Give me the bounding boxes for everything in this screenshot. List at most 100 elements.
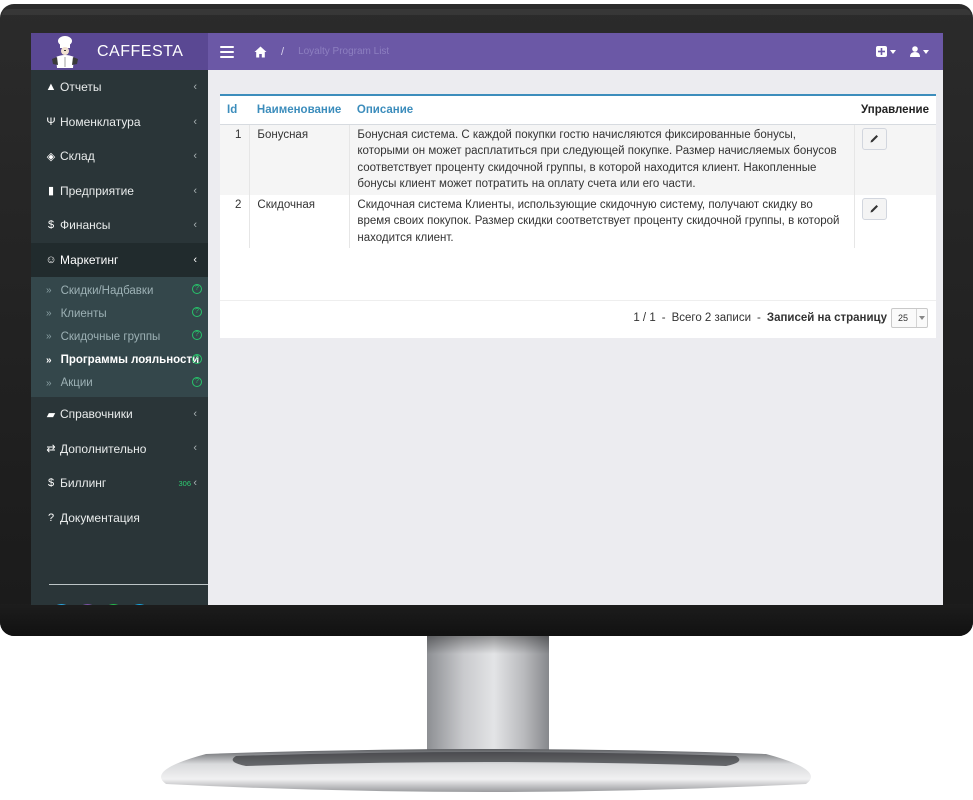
help-icon[interactable]: ? — [192, 284, 202, 294]
chevron-down-icon: ‹ — [193, 253, 197, 266]
viber-icon[interactable] — [77, 604, 98, 605]
submenu-item-discount-groups[interactable]: » Скидочные группы ? — [31, 325, 208, 348]
column-header-id[interactable]: Id — [220, 96, 250, 125]
cutlery-icon: Ψ — [46, 115, 56, 128]
book-icon: ▰ — [46, 408, 56, 421]
dollar-icon: $ — [47, 477, 55, 490]
submenu-item-promotions[interactable]: » Акции ? — [31, 372, 208, 395]
menu-toggle-button[interactable] — [220, 45, 234, 58]
sidebar-item-additional[interactable]: ⇄ Дополнительно ‹ — [31, 431, 208, 466]
submenu-item-label: Программы лояльности — [60, 354, 200, 367]
building-icon: ▮ — [47, 185, 55, 198]
sidebar-item-nomenclature[interactable]: Ψ Номенклатура ‹ — [31, 105, 208, 140]
user-icon — [910, 46, 920, 57]
sidebar-item-billing[interactable]: $ Биллинг 306 ‹ — [31, 466, 208, 501]
breadcrumb-current: Loyalty Program List — [298, 46, 390, 57]
home-icon[interactable] — [254, 46, 267, 58]
per-page-label: Записей на страницу — [766, 312, 887, 324]
pencil-icon — [870, 135, 878, 143]
sidebar-item-label: Биллинг — [60, 476, 107, 491]
sidebar-item-documentation[interactable]: ? Документация — [31, 500, 208, 535]
submenu-item-label: Скидки/Надбавки — [60, 284, 154, 297]
marketing-submenu: » Скидки/Надбавки ? » Клиенты ? » Скидоч… — [31, 277, 208, 397]
monitor-chin — [0, 604, 973, 636]
sidebar-item-enterprise[interactable]: ▮ Предприятие ‹ — [31, 174, 208, 209]
per-page-value: 25 — [898, 313, 909, 323]
total-records: Всего 2 записи — [671, 312, 752, 324]
loyalty-programs-table: Id Наименование Описание Управление 1 Бо… — [220, 96, 936, 248]
social-links — [51, 604, 155, 605]
submenu-item-clients[interactable]: » Клиенты ? — [31, 302, 208, 325]
plus-square-icon — [876, 46, 887, 57]
chevron-left-icon: ‹ — [193, 184, 197, 197]
double-chevron-icon: » — [46, 308, 52, 320]
dollar-icon: $ — [47, 219, 55, 232]
help-icon[interactable]: ? — [192, 330, 202, 341]
sidebar-item-reports[interactable]: ▲ Отчеты ‹ — [31, 70, 208, 105]
page-indicator: 1 / 1 — [633, 312, 656, 324]
billing-badge: 306 — [178, 478, 191, 488]
monitor-frame: CAFFESTA / Loyalty Program List ▲ Отчеты… — [0, 0, 973, 800]
column-header-name[interactable]: Наименование — [249, 96, 350, 125]
edit-button[interactable] — [861, 127, 887, 150]
submenu-item-label: Клиенты — [60, 307, 107, 320]
chevron-left-icon: ‹ — [193, 81, 197, 93]
chevron-down-icon — [923, 49, 929, 54]
breadcrumb-separator: / — [281, 45, 285, 58]
submenu-item-loyalty-programs[interactable]: » Программы лояльности ? — [31, 349, 208, 372]
cell-description: Скидочная система Клиенты, использующие … — [349, 194, 855, 248]
exchange-icon: ⇄ — [46, 443, 56, 456]
per-page-select[interactable]: 25 — [891, 308, 928, 328]
sidebar-item-label: Справочники — [60, 407, 133, 422]
submenu-item-discounts[interactable]: » Скидки/Надбавки ? — [31, 279, 208, 302]
sidebar-item-finance[interactable]: $ Финансы ‹ — [31, 208, 208, 243]
user-menu-button[interactable] — [910, 46, 929, 57]
cell-id: 2 — [235, 198, 242, 211]
column-header-description[interactable]: Описание — [349, 96, 855, 125]
breadcrumb: / Loyalty Program List — [208, 33, 389, 70]
monitor-stand-neck — [427, 636, 549, 766]
whatsapp-icon[interactable] — [103, 604, 124, 605]
pager-dash: - — [757, 312, 761, 324]
table-footer-divider — [220, 300, 936, 301]
table-row: 2 Скидочная Скидочная система Клиенты, и… — [220, 194, 936, 248]
edit-button[interactable] — [861, 197, 887, 220]
chevron-left-icon: ‹ — [193, 150, 197, 162]
sidebar-item-label: Документация — [60, 510, 140, 525]
double-chevron-icon: » — [46, 331, 52, 343]
brand[interactable]: CAFFESTA — [31, 33, 208, 70]
sidebar-item-label: Предприятие — [60, 183, 134, 198]
monitor-stand-base — [161, 749, 811, 792]
chef-logo-icon — [52, 35, 78, 68]
chart-area-icon: ▲ — [45, 81, 57, 94]
column-header-actions: Управление — [854, 96, 936, 125]
sidebar-item-references[interactable]: ▰ Справочники ‹ — [31, 397, 208, 432]
sidebar-item-warehouse[interactable]: ◈ Склад ‹ — [31, 139, 208, 174]
sidebar-item-label: Номенклатура — [60, 114, 141, 129]
chevron-left-icon: ‹ — [193, 115, 197, 128]
help-icon[interactable]: ? — [192, 376, 202, 387]
submenu-item-label: Акции — [60, 377, 93, 390]
double-chevron-icon: » — [46, 285, 52, 297]
sidebar-item-label: Финансы — [60, 218, 111, 233]
cubes-icon: ◈ — [46, 150, 56, 163]
add-menu-button[interactable] — [876, 46, 896, 57]
sidebar-divider — [49, 584, 208, 585]
help-icon[interactable]: ? — [192, 353, 202, 364]
chevron-down-icon — [890, 49, 896, 54]
loyalty-programs-panel: Id Наименование Описание Управление 1 Бо… — [220, 94, 936, 338]
smile-icon: ☺ — [45, 253, 57, 266]
question-icon: ? — [47, 511, 55, 524]
cell-actions — [853, 194, 936, 248]
pencil-icon — [870, 205, 878, 213]
sidebar-item-marketing[interactable]: ☺ Маркетинг ‹ — [31, 242, 208, 277]
telegram-icon[interactable] — [51, 604, 72, 605]
help-icon[interactable]: ? — [192, 307, 202, 318]
app-screen: CAFFESTA / Loyalty Program List ▲ Отчеты… — [31, 33, 943, 605]
main-content: Id Наименование Описание Управление 1 Бо… — [208, 70, 943, 605]
chevron-left-icon: ‹ — [193, 476, 197, 489]
chevron-down-icon — [916, 309, 927, 327]
cell-name: Скидочная — [249, 194, 350, 248]
chevron-left-icon: ‹ — [193, 407, 197, 420]
skype-icon[interactable] — [129, 604, 150, 605]
